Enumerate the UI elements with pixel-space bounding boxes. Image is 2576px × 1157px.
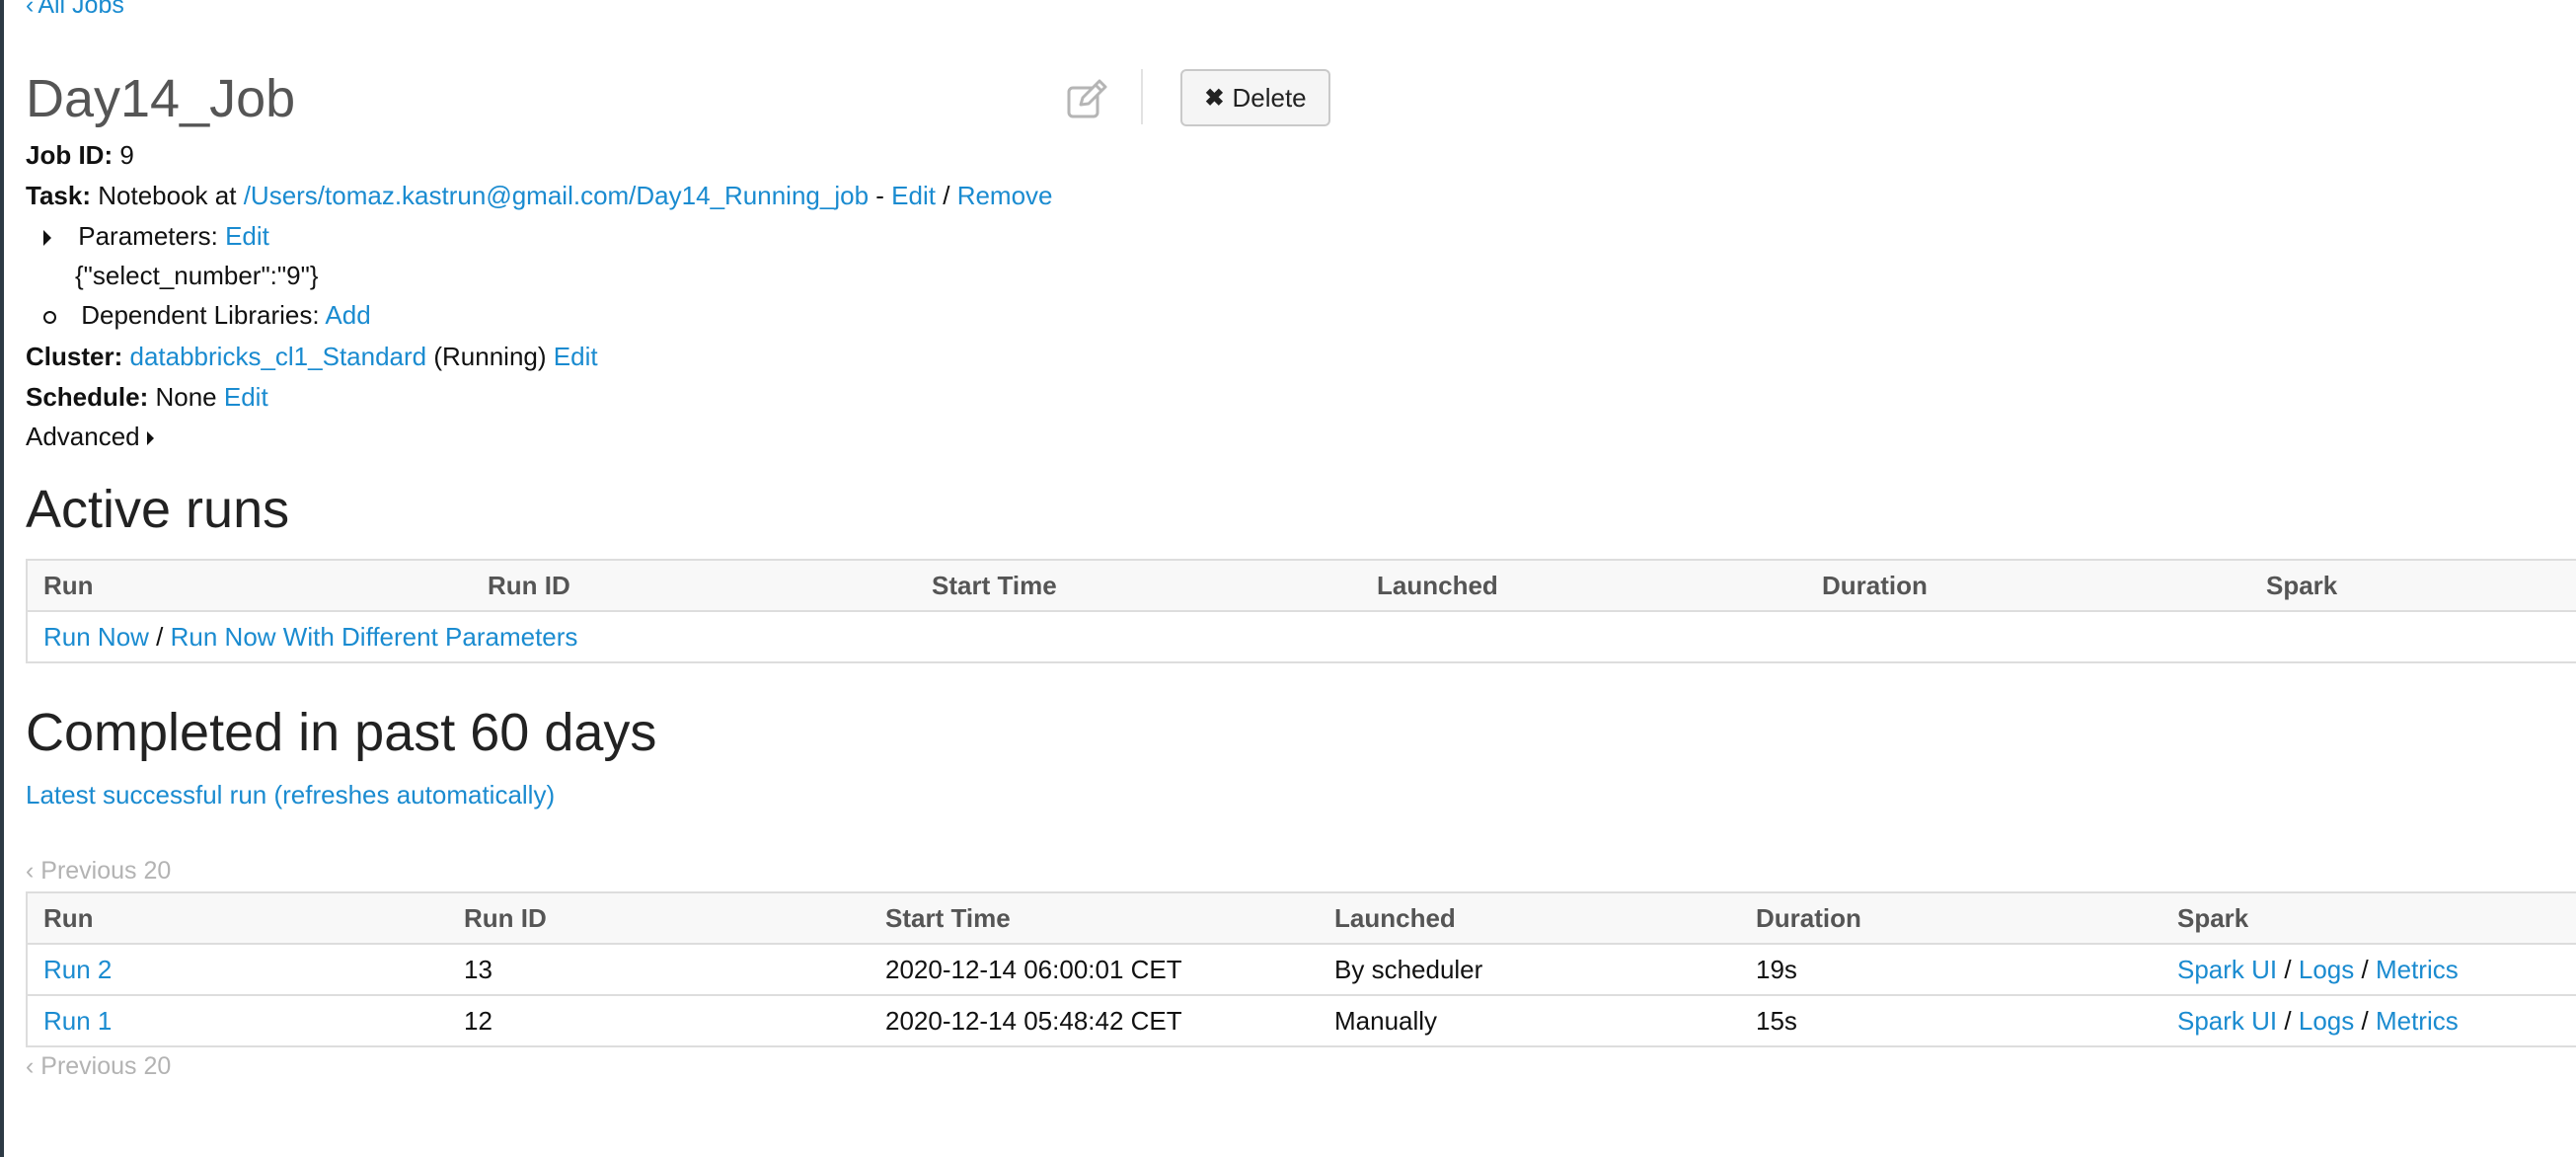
metrics-link[interactable]: Metrics bbox=[2376, 955, 2459, 984]
cluster-name-link[interactable]: databbricks_cl1_Standard bbox=[129, 342, 426, 371]
edit-icon[interactable] bbox=[1064, 77, 1109, 122]
cluster-edit-link[interactable]: Edit bbox=[554, 342, 598, 371]
parameters-edit-link[interactable]: Edit bbox=[225, 221, 269, 251]
column-header: Run ID bbox=[472, 559, 916, 612]
logs-link[interactable]: Logs bbox=[2299, 955, 2354, 984]
previous-20-bottom[interactable]: ‹ Previous 20 bbox=[26, 1052, 171, 1081]
schedule-row: Schedule: None Edit bbox=[26, 380, 268, 414]
launched-cell: By scheduler bbox=[1319, 943, 1740, 996]
run-now-cell: Run Now / Run Now With Different Paramet… bbox=[26, 610, 2576, 663]
app-sidebar-edge bbox=[0, 0, 4, 1157]
chevron-left-icon: ‹ bbox=[26, 1052, 35, 1080]
completed-runs-heading: Completed in past 60 days bbox=[26, 703, 657, 762]
start-time-cell: 2020-12-14 06:00:01 CET bbox=[870, 943, 1319, 996]
delete-label: Delete bbox=[1232, 82, 1307, 113]
schedule-value: None bbox=[155, 382, 217, 412]
job-detail-page: ‹ All Jobs Day14_Job ✖ Delete Job ID: 9 Ta… bbox=[26, 0, 2576, 1157]
run-link[interactable]: Run 2 bbox=[43, 955, 112, 984]
task-row: Task: Notebook at /Users/tomaz.kastrun@g… bbox=[26, 179, 1053, 212]
parameters-value: {"select_number":"9"} bbox=[75, 261, 319, 290]
run-now-slash: / bbox=[156, 621, 164, 652]
caret-right-icon[interactable] bbox=[43, 230, 51, 247]
launched-cell: Manually bbox=[1319, 994, 1740, 1047]
parameters-label: Parameters: bbox=[78, 221, 218, 251]
spark-links-cell: Spark UI / Logs / Metrics bbox=[2161, 994, 2576, 1047]
bullet-circle-icon bbox=[43, 310, 56, 324]
table-row: Run Now / Run Now With Different Paramet… bbox=[26, 610, 2576, 663]
column-header: Launched bbox=[1319, 891, 1740, 945]
all-jobs-label: All Jobs bbox=[38, 0, 124, 19]
task-edit-link[interactable]: Edit bbox=[891, 181, 936, 210]
table-header-row: Run Run ID Start Time Launched Duration … bbox=[26, 891, 2576, 945]
run-id-cell: 12 bbox=[448, 994, 870, 1047]
page-title: Day14_Job bbox=[26, 69, 296, 128]
cluster-row: Cluster: databbricks_cl1_Standard (Runni… bbox=[26, 340, 598, 373]
notebook-path-link[interactable]: /Users/tomaz.kastrun@gmail.com/Day14_Run… bbox=[244, 181, 869, 210]
chevron-left-icon: ‹ bbox=[26, 857, 35, 885]
cluster-label: Cluster: bbox=[26, 342, 123, 371]
start-time-cell: 2020-12-14 05:48:42 CET bbox=[870, 994, 1319, 1047]
column-header: Start Time bbox=[916, 559, 1361, 612]
job-id-row: Job ID: 9 bbox=[26, 138, 134, 172]
job-header: Day14_Job ✖ Delete bbox=[26, 63, 1338, 134]
column-header: Spark bbox=[2161, 891, 2576, 945]
run-now-with-parameters-link[interactable]: Run Now With Different Parameters bbox=[171, 622, 578, 652]
task-label: Task: bbox=[26, 181, 91, 210]
logs-link[interactable]: Logs bbox=[2299, 1006, 2354, 1036]
dependent-libraries-row: Dependent Libraries: Add bbox=[43, 298, 371, 332]
previous-20-top[interactable]: ‹ Previous 20 bbox=[26, 857, 171, 886]
column-header: Run ID bbox=[448, 891, 870, 945]
column-header: Run bbox=[26, 891, 448, 945]
header-divider bbox=[1141, 69, 1143, 124]
delete-button[interactable]: ✖ Delete bbox=[1180, 69, 1330, 126]
latest-successful-run-link[interactable]: Latest successful run (refreshes automat… bbox=[26, 780, 555, 810]
table-header-row: Run Run ID Start Time Launched Duration … bbox=[26, 559, 2576, 612]
task-remove-link[interactable]: Remove bbox=[957, 181, 1053, 210]
pager-label: Previous 20 bbox=[40, 1052, 172, 1080]
job-id-value: 9 bbox=[119, 140, 134, 170]
column-header: Launched bbox=[1361, 559, 1806, 612]
schedule-label: Schedule: bbox=[26, 382, 149, 412]
add-library-link[interactable]: Add bbox=[325, 300, 370, 330]
active-runs-table: Run Run ID Start Time Launched Duration … bbox=[26, 559, 2576, 663]
link-separator: / bbox=[2284, 954, 2292, 984]
run-now-link[interactable]: Run Now bbox=[43, 622, 149, 652]
link-separator: / bbox=[2284, 1005, 2292, 1036]
link-separator: / bbox=[2361, 954, 2369, 984]
column-header: Run bbox=[26, 559, 472, 612]
duration-cell: 19s bbox=[1740, 943, 2161, 996]
spark-ui-link[interactable]: Spark UI bbox=[2177, 955, 2277, 984]
close-x-icon: ✖ bbox=[1204, 84, 1225, 112]
table-row: Run 1 12 2020-12-14 05:48:42 CET Manuall… bbox=[26, 994, 2576, 1047]
duration-cell: 15s bbox=[1740, 994, 2161, 1047]
column-header: Duration bbox=[1740, 891, 2161, 945]
metrics-link[interactable]: Metrics bbox=[2376, 1006, 2459, 1036]
spark-ui-link[interactable]: Spark UI bbox=[2177, 1006, 2277, 1036]
task-slash: / bbox=[943, 181, 950, 210]
dependent-libraries-label: Dependent Libraries: bbox=[81, 300, 320, 330]
column-header: Spark bbox=[2250, 559, 2576, 612]
table-row: Run 2 13 2020-12-14 06:00:01 CET By sche… bbox=[26, 943, 2576, 996]
completed-runs-table: Run Run ID Start Time Launched Duration … bbox=[26, 891, 2576, 1047]
chevron-left-icon: ‹ bbox=[26, 0, 35, 19]
all-jobs-link[interactable]: ‹ All Jobs bbox=[26, 0, 124, 20]
pager-label: Previous 20 bbox=[40, 857, 172, 885]
caret-right-icon bbox=[146, 431, 154, 446]
run-link[interactable]: Run 1 bbox=[43, 1006, 112, 1036]
task-prefix: Notebook at bbox=[98, 181, 237, 210]
cluster-status: (Running) bbox=[433, 342, 547, 371]
advanced-toggle[interactable]: Advanced bbox=[26, 420, 154, 453]
run-id-cell: 13 bbox=[448, 943, 870, 996]
advanced-label: Advanced bbox=[26, 422, 140, 451]
active-runs-heading: Active runs bbox=[26, 480, 290, 539]
task-dash: - bbox=[875, 181, 884, 210]
job-id-label: Job ID: bbox=[26, 140, 114, 170]
column-header: Duration bbox=[1806, 559, 2250, 612]
schedule-edit-link[interactable]: Edit bbox=[224, 382, 268, 412]
spark-links-cell: Spark UI / Logs / Metrics bbox=[2161, 943, 2576, 996]
column-header: Start Time bbox=[870, 891, 1319, 945]
parameters-row: Parameters: Edit bbox=[43, 219, 269, 253]
link-separator: / bbox=[2361, 1005, 2369, 1036]
